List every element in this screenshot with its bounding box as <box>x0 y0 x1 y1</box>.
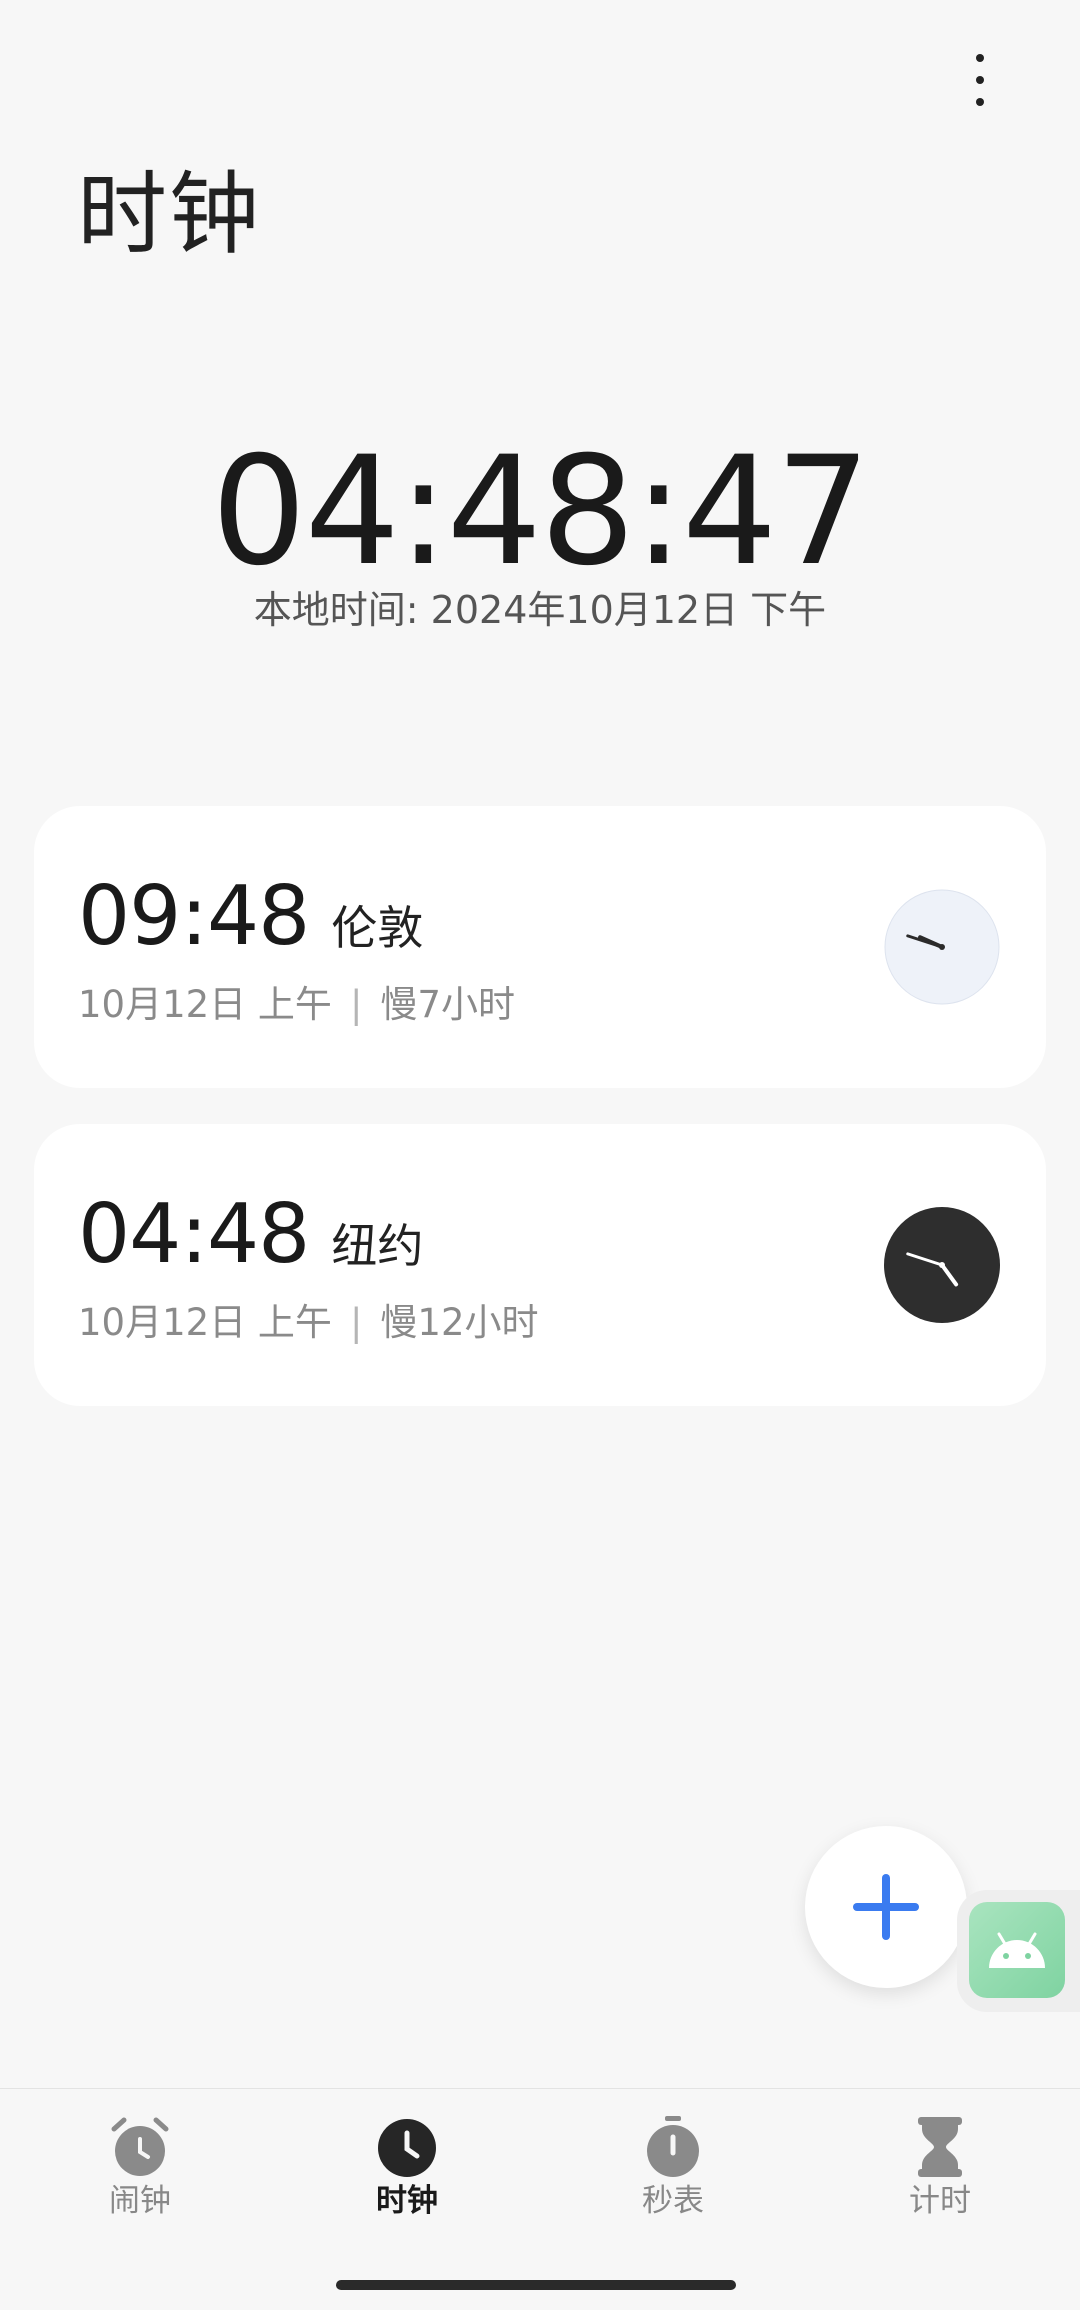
world-clock-time: 04:48 <box>78 1187 310 1282</box>
local-time: 04:48:47 <box>211 425 871 599</box>
tab-alarm[interactable]: 闹钟 <box>60 2115 220 2225</box>
tab-label: 闹钟 <box>109 2183 171 2219</box>
world-clock-time: 09:48 <box>78 869 310 964</box>
analog-clock-icon <box>884 1207 1000 1323</box>
local-date: 本地时间: 2024年10月12日 下午 <box>253 588 827 632</box>
more-options-button[interactable] <box>955 45 1005 115</box>
tab-label: 计时 <box>909 2183 971 2219</box>
add-city-button[interactable] <box>805 1826 967 1988</box>
tab-timer[interactable]: 计时 <box>860 2115 1020 2225</box>
tab-clock[interactable]: 时钟 <box>327 2115 487 2225</box>
world-clock-date: 10月12日 上午 <box>78 1301 332 1344</box>
world-clock-city: 伦敦 <box>331 901 424 955</box>
floating-app-shortcut[interactable] <box>957 1890 1080 2012</box>
hourglass-icon <box>918 2117 962 2177</box>
clock-icon <box>378 2119 436 2177</box>
analog-clock-icon <box>884 889 1000 1005</box>
world-clock-offset: 慢12小时 <box>380 1301 539 1344</box>
tab-label: 时钟 <box>376 2183 438 2219</box>
android-icon <box>969 1902 1065 1998</box>
separator: | <box>349 1301 363 1344</box>
world-clock-city: 纽约 <box>331 1219 424 1273</box>
tab-label: 秒表 <box>642 2183 704 2219</box>
bottom-navigation: 闹钟 时钟 秒表 计时 <box>0 2088 1080 2310</box>
world-clock-date: 10月12日 上午 <box>78 983 332 1026</box>
alarm-clock-icon <box>111 2117 169 2176</box>
plus-icon <box>853 1874 919 1940</box>
world-clock-card-new-york[interactable]: 04:48 纽约 10月12日 上午 | 慢12小时 <box>34 1124 1046 1406</box>
home-indicator[interactable] <box>336 2280 736 2290</box>
page-title: 时钟 <box>77 162 261 267</box>
world-clock-card-london[interactable]: 09:48 伦敦 10月12日 上午 | 慢7小时 <box>34 806 1046 1088</box>
more-vertical-icon <box>976 54 984 62</box>
tab-stopwatch[interactable]: 秒表 <box>593 2115 753 2225</box>
stopwatch-icon <box>647 2116 699 2177</box>
world-clock-offset: 慢7小时 <box>380 983 515 1026</box>
separator: | <box>349 983 363 1026</box>
